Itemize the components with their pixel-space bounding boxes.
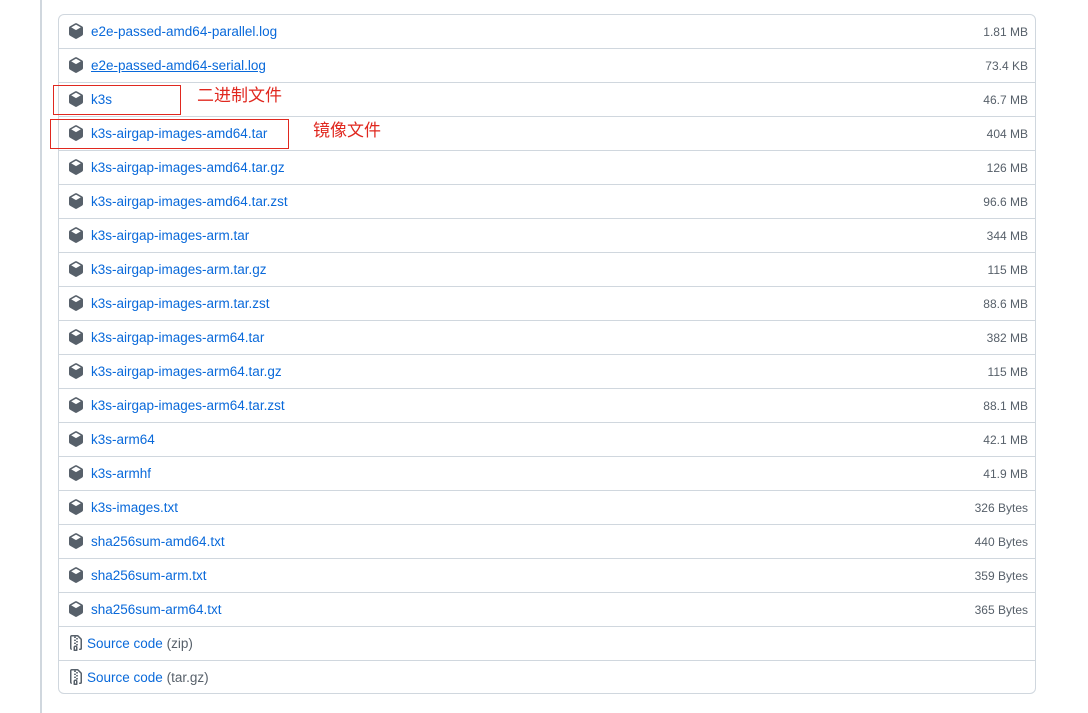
- file-zip-icon: [68, 635, 84, 651]
- package-icon: [68, 23, 84, 39]
- asset-link[interactable]: k3s-airgap-images-amd64.tar.gz: [91, 160, 285, 176]
- source-code-row: Source code (zip): [59, 626, 1035, 660]
- source-code-link[interactable]: Source code (tar.gz): [87, 670, 209, 686]
- asset-link[interactable]: e2e-passed-amd64-serial.log: [91, 58, 266, 74]
- source-code-row: Source code (tar.gz): [59, 660, 1035, 693]
- asset-size: 115 MB: [987, 365, 1028, 379]
- package-icon: [68, 499, 84, 515]
- asset-size: 365 Bytes: [974, 603, 1028, 617]
- asset-row: k3s-airgap-images-arm64.tar 382 MB: [59, 320, 1035, 354]
- asset-link[interactable]: k3s-airgap-images-arm64.tar.gz: [91, 364, 282, 380]
- asset-size: 88.6 MB: [983, 297, 1028, 311]
- asset-row: k3s-airgap-images-amd64.tar.zst 96.6 MB: [59, 184, 1035, 218]
- asset-link[interactable]: sha256sum-arm.txt: [91, 568, 207, 584]
- asset-row: sha256sum-arm.txt 359 Bytes: [59, 558, 1035, 592]
- package-icon: [68, 363, 84, 379]
- asset-size: 73.4 KB: [985, 59, 1028, 73]
- asset-size: 96.6 MB: [983, 195, 1028, 209]
- asset-size: 326 Bytes: [974, 501, 1028, 515]
- asset-row: e2e-passed-amd64-serial.log 73.4 KB: [59, 48, 1035, 82]
- asset-list: e2e-passed-amd64-parallel.log 1.81 MB e2e-…: [59, 15, 1035, 693]
- highlight-box-k3s: [53, 85, 181, 115]
- asset-size: 126 MB: [986, 161, 1028, 175]
- package-icon: [68, 261, 84, 277]
- asset-row: k3s-arm64 42.1 MB: [59, 422, 1035, 456]
- package-icon: [68, 227, 84, 243]
- asset-size: 42.1 MB: [983, 433, 1028, 447]
- asset-row: k3s-airgap-images-arm.tar.gz 115 MB: [59, 252, 1035, 286]
- package-icon: [68, 397, 84, 413]
- asset-link[interactable]: sha256sum-amd64.txt: [91, 534, 225, 550]
- highlight-box-amd64-tar: [50, 119, 289, 149]
- package-icon: [68, 159, 84, 175]
- package-icon: [68, 567, 84, 583]
- asset-size: 88.1 MB: [983, 399, 1028, 413]
- asset-link[interactable]: k3s-airgap-images-arm.tar: [91, 228, 249, 244]
- package-icon: [68, 57, 84, 73]
- asset-link[interactable]: sha256sum-arm64.txt: [91, 602, 222, 618]
- asset-row: k3s-airgap-images-amd64.tar.gz 126 MB: [59, 150, 1035, 184]
- package-icon: [68, 295, 84, 311]
- asset-size: 1.81 MB: [983, 25, 1028, 39]
- asset-link[interactable]: k3s-images.txt: [91, 500, 178, 516]
- source-code-format: (tar.gz): [166, 670, 209, 685]
- source-code-label: Source code: [87, 670, 163, 685]
- asset-size: 344 MB: [986, 229, 1028, 243]
- asset-link[interactable]: k3s-airgap-images-arm64.tar: [91, 330, 264, 346]
- asset-size: 404 MB: [986, 127, 1028, 141]
- asset-row: k3s-images.txt 326 Bytes: [59, 490, 1035, 524]
- package-icon: [68, 465, 84, 481]
- asset-link[interactable]: e2e-passed-amd64-parallel.log: [91, 24, 277, 40]
- package-icon: [68, 601, 84, 617]
- package-icon: [68, 431, 84, 447]
- source-code-label: Source code: [87, 636, 163, 651]
- asset-row: e2e-passed-amd64-parallel.log 1.81 MB: [59, 15, 1035, 48]
- asset-size: 359 Bytes: [974, 569, 1028, 583]
- asset-link[interactable]: k3s-armhf: [91, 466, 151, 482]
- asset-link[interactable]: k3s-airgap-images-arm.tar.gz: [91, 262, 267, 278]
- asset-link[interactable]: k3s-airgap-images-amd64.tar.zst: [91, 194, 288, 210]
- asset-size: 115 MB: [987, 263, 1028, 277]
- asset-size: 46.7 MB: [983, 93, 1028, 107]
- package-icon: [68, 533, 84, 549]
- source-code-link[interactable]: Source code (zip): [87, 636, 193, 652]
- asset-row: k3s-airgap-images-arm64.tar.zst 88.1 MB: [59, 388, 1035, 422]
- asset-row: k3s-airgap-images-arm.tar 344 MB: [59, 218, 1035, 252]
- release-assets-page: e2e-passed-amd64-parallel.log 1.81 MB e2e-…: [0, 0, 1088, 713]
- asset-row: k3s-armhf 41.9 MB: [59, 456, 1035, 490]
- annotation-image-file: 镜像文件: [313, 121, 381, 141]
- package-icon: [68, 329, 84, 345]
- asset-size: 440 Bytes: [974, 535, 1028, 549]
- source-code-format: (zip): [166, 636, 193, 651]
- package-icon: [68, 193, 84, 209]
- asset-row: k3s-airgap-images-arm64.tar.gz 115 MB: [59, 354, 1035, 388]
- asset-row: k3s-airgap-images-arm.tar.zst 88.6 MB: [59, 286, 1035, 320]
- asset-link[interactable]: k3s-arm64: [91, 432, 155, 448]
- asset-row: sha256sum-arm64.txt 365 Bytes: [59, 592, 1035, 626]
- asset-row: sha256sum-amd64.txt 440 Bytes: [59, 524, 1035, 558]
- asset-link[interactable]: k3s-airgap-images-arm64.tar.zst: [91, 398, 285, 414]
- timeline-bar: [40, 0, 42, 713]
- asset-size: 41.9 MB: [983, 467, 1028, 481]
- annotation-binary-file: 二进制文件: [197, 86, 282, 106]
- asset-size: 382 MB: [986, 331, 1028, 345]
- file-zip-icon: [68, 669, 84, 685]
- assets-list-box: e2e-passed-amd64-parallel.log 1.81 MB e2e-…: [58, 14, 1036, 694]
- asset-link[interactable]: k3s-airgap-images-arm.tar.zst: [91, 296, 270, 312]
